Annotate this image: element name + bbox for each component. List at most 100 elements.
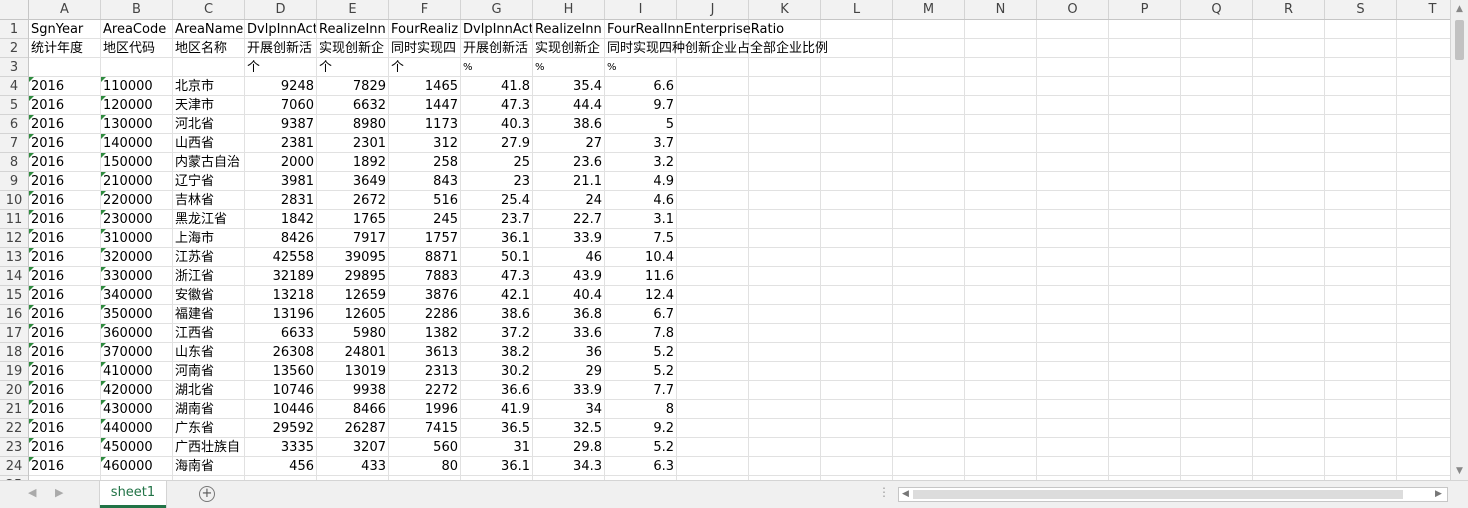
- cell-L2[interactable]: [821, 39, 893, 58]
- column-header-D[interactable]: D: [245, 0, 317, 19]
- cell-L5[interactable]: [821, 96, 893, 115]
- cell-N18[interactable]: [965, 343, 1037, 362]
- cell-S9[interactable]: [1325, 172, 1397, 191]
- cell-E17[interactable]: 5980: [317, 324, 389, 343]
- cell-M14[interactable]: [893, 267, 965, 286]
- cell-S6[interactable]: [1325, 115, 1397, 134]
- cell-T16[interactable]: [1397, 305, 1450, 324]
- cell-R7[interactable]: [1253, 134, 1325, 153]
- row-header-3[interactable]: 3: [0, 58, 28, 77]
- cell-M22[interactable]: [893, 419, 965, 438]
- cell-E10[interactable]: 2672: [317, 191, 389, 210]
- cell-B10[interactable]: 220000: [101, 191, 173, 210]
- cell-S10[interactable]: [1325, 191, 1397, 210]
- cell-F11[interactable]: 245: [389, 210, 461, 229]
- cell-T20[interactable]: [1397, 381, 1450, 400]
- cell-A3[interactable]: [29, 58, 101, 77]
- cell-J20[interactable]: [677, 381, 749, 400]
- row-header-13[interactable]: 13: [0, 248, 28, 267]
- cell-C15[interactable]: 安徽省: [173, 286, 245, 305]
- cell-L7[interactable]: [821, 134, 893, 153]
- cell-A1[interactable]: SgnYear: [29, 20, 101, 39]
- cell-C13[interactable]: 江苏省: [173, 248, 245, 267]
- cell-H11[interactable]: 22.7: [533, 210, 605, 229]
- cell-D1[interactable]: DvlpInnAct: [245, 20, 317, 39]
- cell-K22[interactable]: [749, 419, 821, 438]
- cell-L15[interactable]: [821, 286, 893, 305]
- cell-J8[interactable]: [677, 153, 749, 172]
- cell-K10[interactable]: [749, 191, 821, 210]
- cell-H6[interactable]: 38.6: [533, 115, 605, 134]
- cell-P16[interactable]: [1109, 305, 1181, 324]
- cell-S1[interactable]: [1325, 20, 1397, 39]
- cell-P8[interactable]: [1109, 153, 1181, 172]
- cell-D23[interactable]: 3335: [245, 438, 317, 457]
- cell-H4[interactable]: 35.4: [533, 77, 605, 96]
- cell-N20[interactable]: [965, 381, 1037, 400]
- cell-A4[interactable]: 2016: [29, 77, 101, 96]
- sheet-tab-sheet1[interactable]: sheet1: [100, 481, 166, 508]
- cell-O10[interactable]: [1037, 191, 1109, 210]
- cell-J18[interactable]: [677, 343, 749, 362]
- column-header-N[interactable]: N: [965, 0, 1037, 19]
- cell-Q8[interactable]: [1181, 153, 1253, 172]
- cell-M2[interactable]: [893, 39, 965, 58]
- cell-T24[interactable]: [1397, 457, 1450, 476]
- cell-A19[interactable]: 2016: [29, 362, 101, 381]
- cell-F5[interactable]: 1447: [389, 96, 461, 115]
- cell-P24[interactable]: [1109, 457, 1181, 476]
- row-header-4[interactable]: 4: [0, 77, 28, 96]
- cell-S7[interactable]: [1325, 134, 1397, 153]
- cell-J3[interactable]: [677, 58, 749, 77]
- cell-I10[interactable]: 4.6: [605, 191, 677, 210]
- cell-J7[interactable]: [677, 134, 749, 153]
- cell-D24[interactable]: 456: [245, 457, 317, 476]
- cell-T15[interactable]: [1397, 286, 1450, 305]
- row-header-18[interactable]: 18: [0, 343, 28, 362]
- cell-F18[interactable]: 3613: [389, 343, 461, 362]
- row-header-9[interactable]: 9: [0, 172, 28, 191]
- cell-R4[interactable]: [1253, 77, 1325, 96]
- cell-L12[interactable]: [821, 229, 893, 248]
- cell-R17[interactable]: [1253, 324, 1325, 343]
- cell-K8[interactable]: [749, 153, 821, 172]
- cell-N21[interactable]: [965, 400, 1037, 419]
- cell-G17[interactable]: 37.2: [461, 324, 533, 343]
- cell-N8[interactable]: [965, 153, 1037, 172]
- cell-K14[interactable]: [749, 267, 821, 286]
- column-header-J[interactable]: J: [677, 0, 749, 19]
- cell-S11[interactable]: [1325, 210, 1397, 229]
- cell-G3[interactable]: %: [461, 58, 533, 77]
- column-header-E[interactable]: E: [317, 0, 389, 19]
- cell-S3[interactable]: [1325, 58, 1397, 77]
- cell-R11[interactable]: [1253, 210, 1325, 229]
- row-header-24[interactable]: 24: [0, 457, 28, 476]
- cell-P2[interactable]: [1109, 39, 1181, 58]
- row-header-22[interactable]: 22: [0, 419, 28, 438]
- cell-D11[interactable]: 1842: [245, 210, 317, 229]
- cell-R21[interactable]: [1253, 400, 1325, 419]
- cell-G8[interactable]: 25: [461, 153, 533, 172]
- cell-G18[interactable]: 38.2: [461, 343, 533, 362]
- cell-D15[interactable]: 13218: [245, 286, 317, 305]
- row-header-17[interactable]: 17: [0, 324, 28, 343]
- cell-I21[interactable]: 8: [605, 400, 677, 419]
- cell-K19[interactable]: [749, 362, 821, 381]
- cell-A15[interactable]: 2016: [29, 286, 101, 305]
- cell-O12[interactable]: [1037, 229, 1109, 248]
- cell-L14[interactable]: [821, 267, 893, 286]
- cell-H19[interactable]: 29: [533, 362, 605, 381]
- vertical-scroll-thumb[interactable]: [1455, 20, 1464, 60]
- cell-I14[interactable]: 11.6: [605, 267, 677, 286]
- cell-K5[interactable]: [749, 96, 821, 115]
- cell-K23[interactable]: [749, 438, 821, 457]
- vertical-scrollbar[interactable]: ▲ ▼: [1450, 0, 1468, 480]
- cell-O22[interactable]: [1037, 419, 1109, 438]
- cell-E24[interactable]: 433: [317, 457, 389, 476]
- cell-Q10[interactable]: [1181, 191, 1253, 210]
- cell-A2[interactable]: 统计年度: [29, 39, 101, 58]
- cell-C20[interactable]: 湖北省: [173, 381, 245, 400]
- cell-F22[interactable]: 7415: [389, 419, 461, 438]
- cell-L21[interactable]: [821, 400, 893, 419]
- cell-H3[interactable]: %: [533, 58, 605, 77]
